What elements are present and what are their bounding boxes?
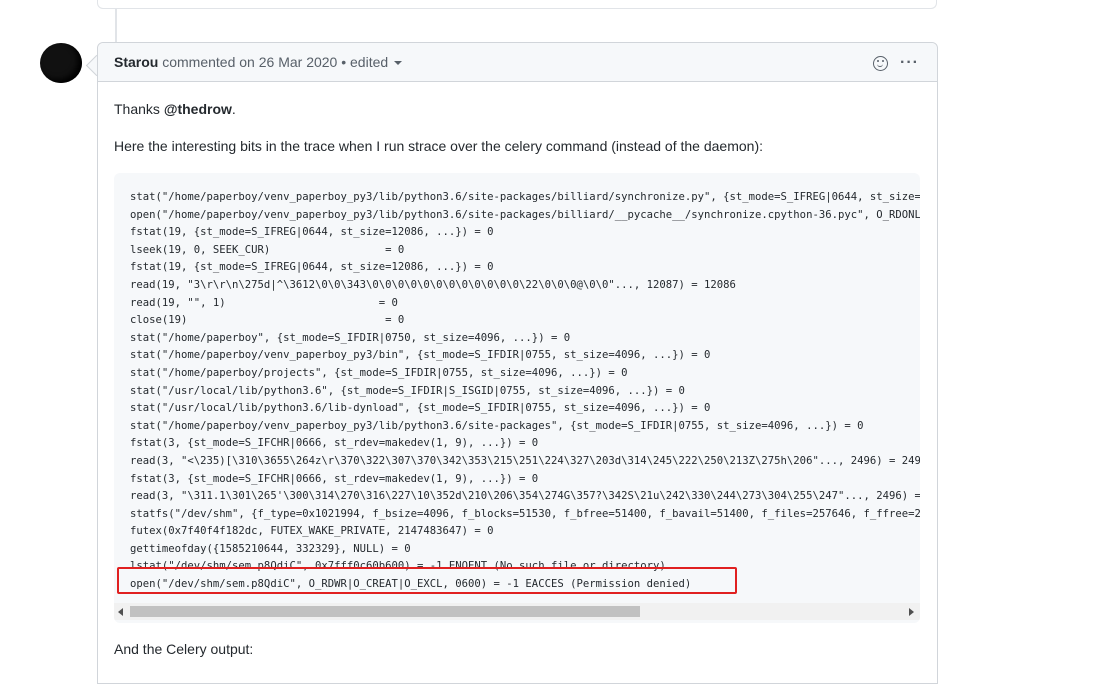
code-line: stat("/home/paperboy/venv_paperboy_py3/l… — [130, 191, 920, 203]
intro-text: Here the interesting bits in the trace w… — [114, 138, 763, 154]
comment-header-text: Starou commented on 26 Mar 2020 • edited — [114, 54, 403, 70]
greeting-text: Thanks @thedrow. — [114, 101, 236, 117]
code-block: stat("/home/paperboy/venv_paperboy_py3/l… — [114, 173, 920, 623]
code-line: fstat(3, {st_mode=S_IFCHR|0666, st_rdev=… — [130, 437, 539, 450]
code-line: close(19) = 0 — [130, 314, 405, 327]
code-line: read(3, "\311.1\301\265'\300\314\270\316… — [130, 490, 920, 503]
code-lines: stat("/home/paperboy/venv_paperboy_py3/l… — [130, 189, 920, 594]
code-line: fstat(3, {st_mode=S_IFCHR|0666, st_rdev=… — [130, 472, 539, 485]
comment-box: Starou commented on 26 Mar 2020 • edited… — [97, 42, 938, 684]
code-line: open("/home/paperboy/venv_paperboy_py3/l… — [130, 208, 920, 221]
code-line: fstat(19, {st_mode=S_IFREG|0644, st_size… — [130, 226, 494, 239]
comment-header: Starou commented on 26 Mar 2020 • edited… — [98, 43, 937, 82]
code-line: stat("/usr/local/lib/python3.6", {st_mod… — [130, 384, 685, 397]
code-line: read(19, "3\r\r\n\275d|^\3612\0\0\343\0\… — [130, 278, 736, 291]
scroll-right-icon[interactable] — [909, 608, 914, 616]
kebab-icon[interactable]: ··· — [900, 54, 919, 72]
outro-text: And the Celery output: — [114, 641, 254, 657]
code-line: stat("/home/paperboy/venv_paperboy_py3/l… — [130, 419, 864, 432]
previous-comment-box — [97, 0, 937, 9]
code-line: statfs("/dev/shm", {f_type=0x1021994, f_… — [130, 507, 920, 520]
code-line: read(3, "<\235)[\310\3655\264z\r\370\322… — [130, 454, 920, 467]
greeting-prefix: Thanks — [114, 101, 164, 117]
code-line: stat("/home/paperboy/projects", {st_mode… — [130, 366, 628, 379]
greeting-suffix: . — [231, 101, 236, 117]
code-line: stat("/usr/local/lib/python3.6/lib-dynlo… — [130, 402, 711, 415]
caret-down-icon[interactable] — [394, 61, 403, 66]
code-line: stat("/home/paperboy", {st_mode=S_IFDIR|… — [130, 331, 571, 344]
code-line: lseek(19, 0, SEEK_CUR) = 0 — [130, 243, 405, 256]
horizontal-scrollbar[interactable] — [114, 603, 920, 620]
code-line: open("/dev/shm/sem.p8QdiC", O_RDWR|O_CRE… — [130, 578, 692, 591]
avatar[interactable] — [40, 43, 82, 83]
code-line: fstat(19, {st_mode=S_IFREG|0644, st_size… — [130, 261, 494, 274]
code-line: read(19, "", 1) = 0 — [130, 296, 398, 309]
code-line: futex(0x7f40f4f182dc, FUTEX_WAKE_PRIVATE… — [130, 525, 494, 538]
comment-meta[interactable]: commented on 26 Mar 2020 • edited — [162, 54, 388, 70]
code-line: lstat("/dev/shm/sem.p8QdiC", 0x7fff0c60b… — [130, 560, 666, 573]
scroll-thumb[interactable] — [130, 606, 640, 617]
mention-link[interactable]: @thedrow — [164, 101, 232, 117]
scroll-left-icon[interactable] — [118, 608, 123, 616]
author-link[interactable]: Starou — [114, 54, 158, 70]
smiley-icon[interactable] — [873, 56, 888, 71]
code-line: gettimeofday({1585210644, 332329}, NULL)… — [130, 542, 411, 555]
code-line: stat("/home/paperboy/venv_paperboy_py3/b… — [130, 349, 711, 362]
timeline-line — [115, 8, 117, 44]
